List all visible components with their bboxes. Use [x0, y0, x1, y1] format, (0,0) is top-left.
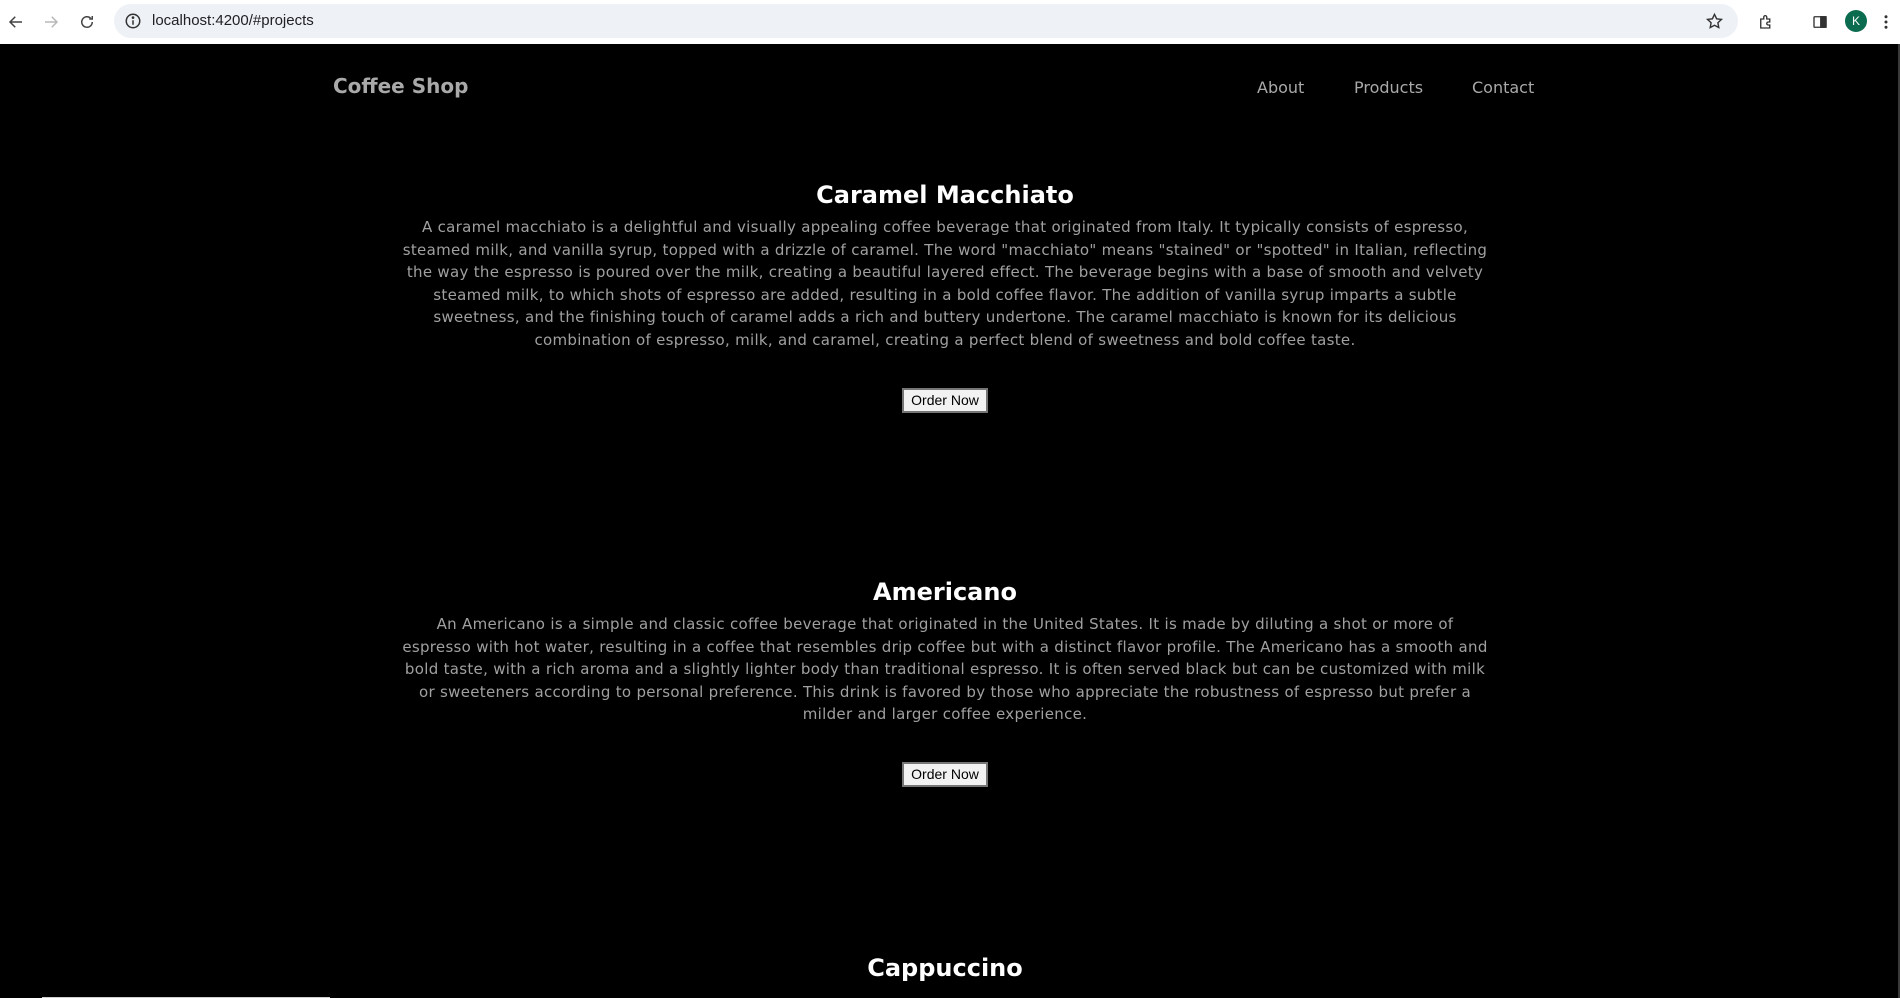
- info-icon[interactable]: [124, 12, 142, 30]
- reload-icon: [81, 16, 93, 28]
- url-text[interactable]: localhost:4200/#projects: [152, 4, 314, 38]
- back-button[interactable]: [2, 8, 30, 36]
- reload-button[interactable]: [73, 8, 101, 36]
- browser-menu-button[interactable]: [1872, 8, 1900, 36]
- forward-arrow-icon: [45, 16, 59, 28]
- product-description: A caramel macchiato is a delightful and …: [402, 218, 1488, 349]
- browser-toolbar: localhost:4200/#projects K: [0, 0, 1900, 43]
- forward-button[interactable]: [37, 8, 65, 36]
- nav-link-products[interactable]: Products: [1354, 78, 1423, 97]
- product-title: Cappuccino: [867, 954, 1023, 982]
- star-icon[interactable]: [1705, 12, 1724, 31]
- nav-link-about[interactable]: About: [1257, 78, 1304, 97]
- side-panel-button[interactable]: [1806, 8, 1834, 36]
- side-panel-icon: [1813, 16, 1827, 28]
- address-bar[interactable]: localhost:4200/#projects: [114, 4, 1738, 38]
- site-navbar: Coffee Shop About Products Contact: [0, 44, 1900, 134]
- brand-logo[interactable]: Coffee Shop: [333, 74, 468, 98]
- product-title: Caramel Macchiato: [816, 181, 1074, 209]
- product-card: Americano An Americano is a simple and c…: [400, 577, 1490, 787]
- product-card: Caramel Macchiato A caramel macchiato is…: [400, 180, 1490, 413]
- extensions-button[interactable]: [1752, 8, 1780, 36]
- order-now-button[interactable]: Order Now: [902, 387, 988, 413]
- extensions-icon: [1760, 15, 1771, 29]
- order-now-button[interactable]: Order Now: [902, 761, 988, 787]
- kebab-menu-icon: [1884, 15, 1888, 29]
- product-title: Americano: [873, 578, 1017, 606]
- profile-avatar[interactable]: K: [1845, 10, 1867, 32]
- page-viewport: Coffee Shop About Products Contact Caram…: [0, 44, 1900, 998]
- product-description: An Americano is a simple and classic cof…: [402, 615, 1488, 724]
- back-arrow-icon: [8, 16, 22, 28]
- product-card: Cappuccino: [400, 953, 1490, 983]
- nav-link-contact[interactable]: Contact: [1472, 78, 1534, 97]
